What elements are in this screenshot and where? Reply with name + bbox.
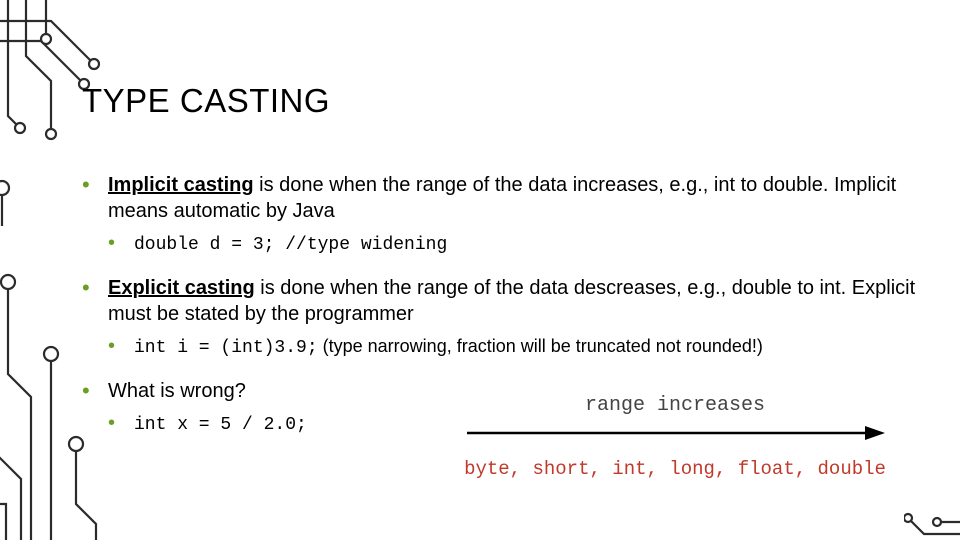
slide-title: TYPE CASTING — [82, 82, 920, 120]
range-diagram: range increases byte, short, int, long, … — [440, 394, 910, 480]
bullet-implicit-sub: double d = 3; //type widening — [108, 231, 920, 257]
code-explicit: int i = (int)3.9; — [134, 338, 318, 358]
diagram-label: range increases — [440, 394, 910, 417]
bullet-explicit-lead: Explicit casting — [108, 277, 255, 299]
bullet-explicit-sub: int i = (int)3.9; (type narrowing, fract… — [108, 334, 920, 360]
bullet-explicit: Explicit casting is done when the range … — [82, 275, 920, 360]
note-explicit: (type narrowing, fraction will be trunca… — [318, 336, 763, 356]
bullet-question-text: What is wrong? — [108, 380, 246, 402]
slide-content: TYPE CASTING Implicit casting is done wh… — [82, 82, 920, 500]
bullet-implicit: Implicit casting is done when the range … — [82, 172, 920, 257]
arrow-right-icon — [465, 423, 885, 443]
code-question: int x = 5 / 2.0; — [134, 415, 307, 435]
code-implicit: double d = 3; //type widening — [134, 235, 447, 255]
diagram-types: byte, short, int, long, float, double — [440, 458, 910, 480]
bullet-implicit-lead: Implicit casting — [108, 174, 254, 196]
